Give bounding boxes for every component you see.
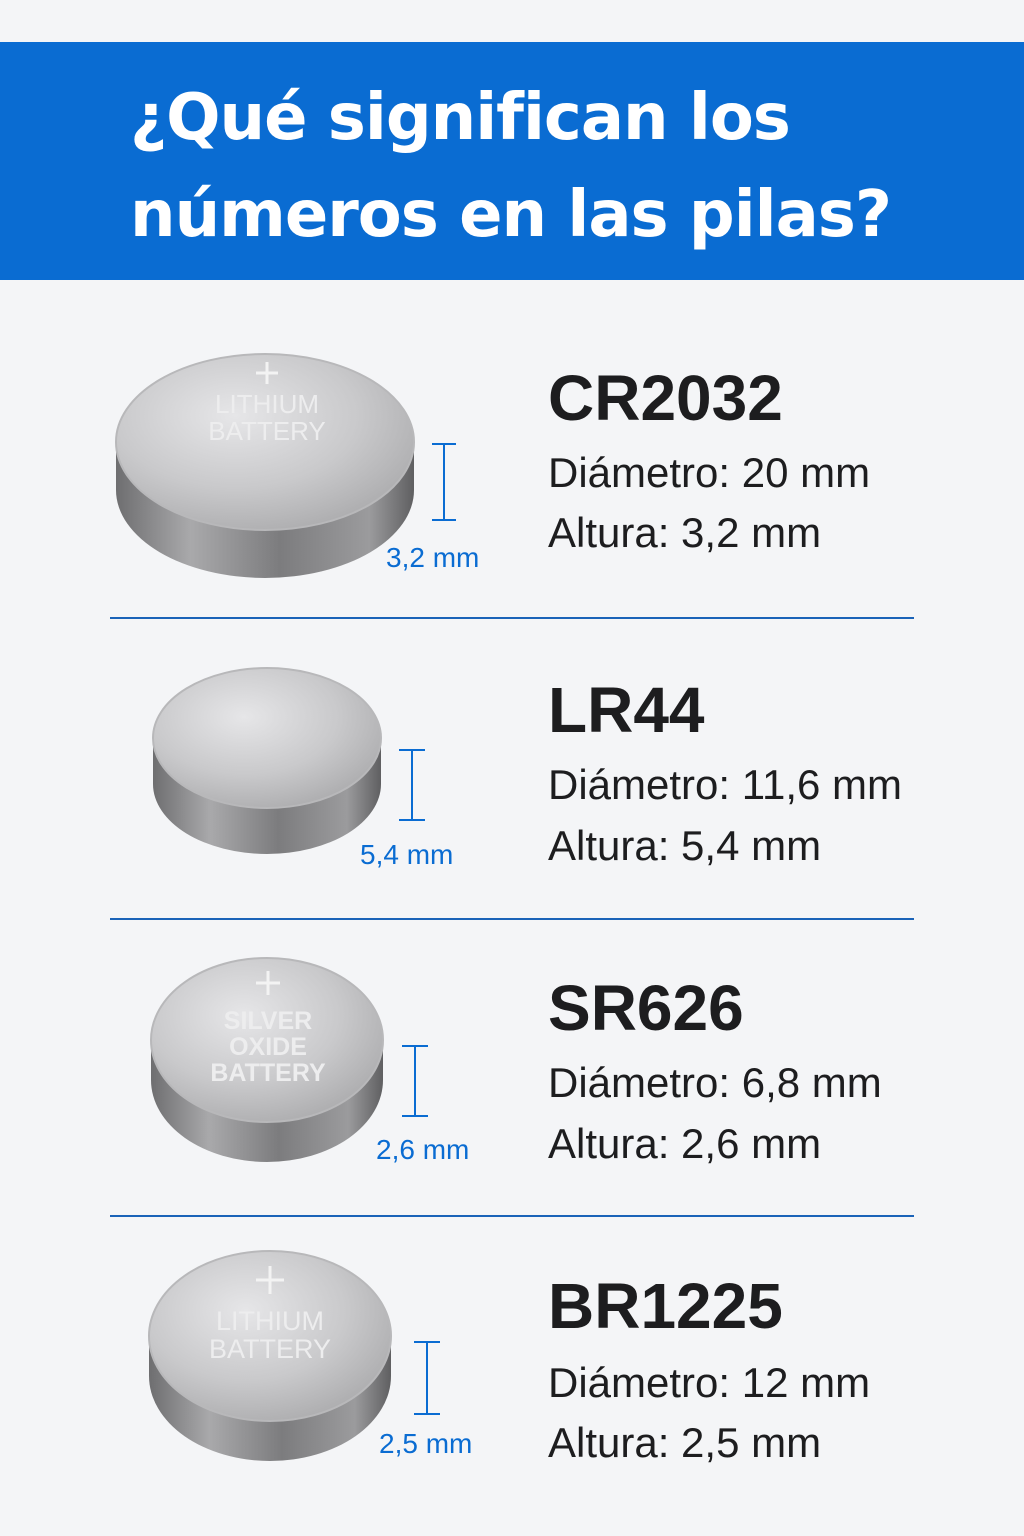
height-dimension-label: 3,2 mm	[386, 542, 480, 573]
battery-code: SR626	[548, 972, 744, 1044]
page-title-line-1: ¿Qué significan los	[130, 81, 791, 155]
diameter-spec: Diámetro: 6,8 mm	[548, 1059, 882, 1106]
battery-face-text: OXIDE	[229, 1033, 307, 1061]
height-dimension-label: 5,4 mm	[360, 839, 454, 870]
battery-code: CR2032	[548, 362, 783, 434]
height-spec: Altura: 2,6 mm	[548, 1120, 822, 1167]
height-dimension-marker	[414, 1341, 440, 1415]
br1225-battery-image: LITHIUM BATTERY	[148, 1250, 392, 1461]
battery-face-text: LITHIUM	[215, 389, 319, 419]
divider	[110, 617, 914, 619]
height-dimension-marker	[432, 443, 456, 521]
battery-code: BR1225	[548, 1270, 783, 1342]
height-dimension-label: 2,5 mm	[379, 1428, 473, 1459]
battery-face-text: BATTERY	[209, 1334, 331, 1364]
page-title-line-2: números en las pilas?	[130, 178, 892, 252]
battery-face-text: SILVER	[224, 1007, 312, 1035]
battery-code: LR44	[548, 674, 705, 746]
lr44-battery-image	[152, 667, 382, 854]
height-dimension-marker	[399, 749, 425, 821]
height-dimension-label: 2,6 mm	[376, 1134, 470, 1165]
diameter-spec: Diámetro: 20 mm	[548, 449, 871, 496]
diameter-spec: Diámetro: 12 mm	[548, 1359, 871, 1406]
battery-face-text: LITHIUM	[216, 1306, 324, 1336]
divider	[110, 1215, 914, 1217]
height-dimension-marker	[402, 1045, 428, 1117]
diameter-spec: Diámetro: 11,6 mm	[548, 761, 902, 808]
cr2032-battery-image: LITHIUM BATTERY	[115, 353, 415, 578]
height-spec: Altura: 2,5 mm	[548, 1419, 822, 1466]
sr626-battery-image: SILVER OXIDE BATTERY	[150, 957, 384, 1162]
battery-face-text: BATTERY	[208, 416, 326, 446]
height-spec: Altura: 3,2 mm	[548, 509, 822, 556]
height-spec: Altura: 5,4 mm	[548, 822, 822, 869]
divider	[110, 918, 914, 920]
battery-face-text: BATTERY	[210, 1059, 326, 1087]
